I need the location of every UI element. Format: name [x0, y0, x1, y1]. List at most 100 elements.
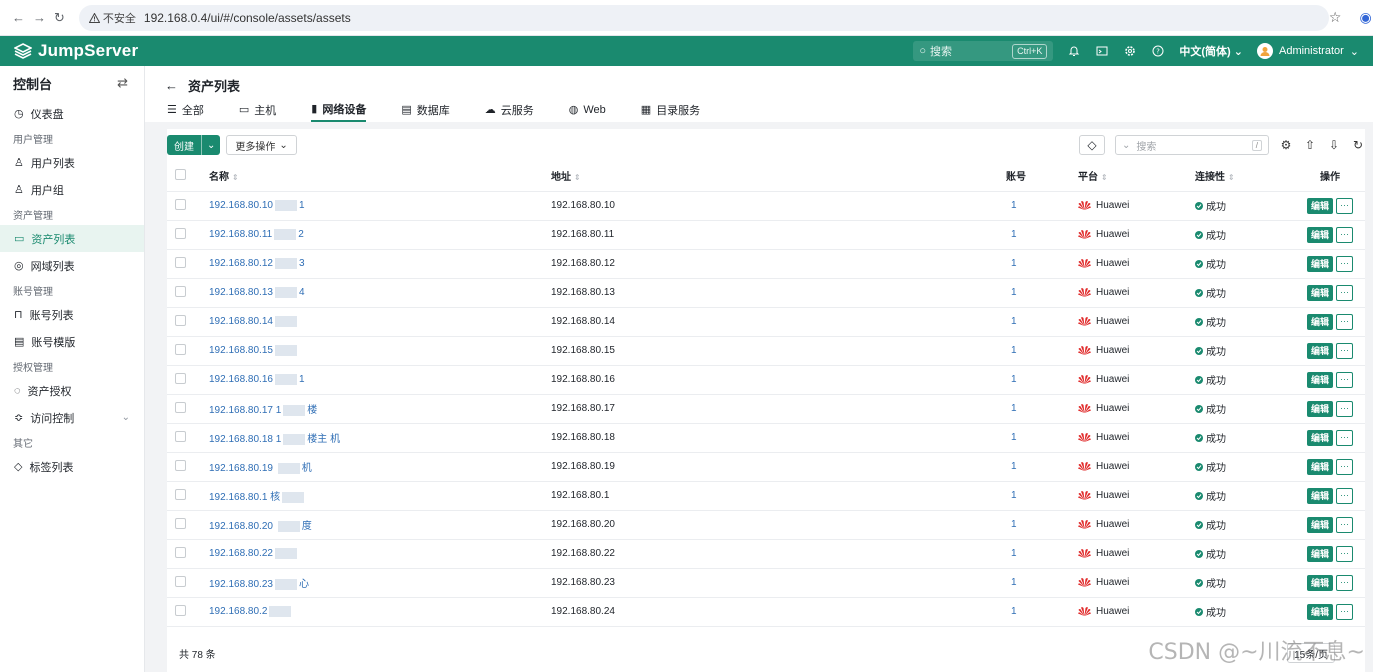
row-checkbox[interactable]	[175, 517, 186, 529]
edit-button[interactable]: 编辑	[1306, 284, 1333, 301]
asset-name-link[interactable]: 192.168.80.23 心	[209, 578, 309, 590]
sidebar-item-asset-list[interactable]: ▭ 资产列表	[0, 225, 144, 252]
security-indicator[interactable]: 不安全	[88, 10, 136, 26]
asset-name-link[interactable]: 192.168.80.12 3	[209, 257, 305, 269]
account-count-link[interactable]: 1	[1006, 287, 1017, 298]
account-count-link[interactable]: 1	[1006, 490, 1017, 501]
terminal-icon[interactable]	[1095, 44, 1109, 58]
help-icon[interactable]: ?	[1151, 44, 1165, 58]
edit-button[interactable]: 编辑	[1306, 429, 1333, 446]
edit-button[interactable]: 编辑	[1306, 487, 1333, 504]
asset-name-link[interactable]: 192.168.80.13 4	[209, 286, 305, 298]
edit-button[interactable]: 编辑	[1306, 255, 1333, 272]
tab-all[interactable]: ☰ 全部	[167, 101, 204, 122]
column-header-platform[interactable]: 平台 ⇕	[1078, 161, 1195, 192]
brand-logo[interactable]: JumpServer	[14, 41, 138, 61]
back-arrow-icon[interactable]: ←	[12, 8, 25, 28]
language-switcher[interactable]: 中文(简体) ⌄	[1179, 43, 1243, 59]
select-all-checkbox[interactable]	[175, 168, 186, 180]
column-header-address[interactable]: 地址 ⇕	[551, 161, 1006, 192]
more-options-button[interactable]: ···	[1336, 429, 1353, 446]
user-menu[interactable]: Administrator ⌄	[1256, 43, 1359, 59]
more-options-button[interactable]: ···	[1336, 487, 1353, 504]
tab-cloud[interactable]: ☁ 云服务	[485, 101, 534, 122]
switch-view-icon[interactable]: ⇄	[117, 75, 128, 91]
row-checkbox[interactable]	[175, 343, 186, 355]
asset-name-link[interactable]: 192.168.80.20 度	[209, 520, 312, 532]
edit-button[interactable]: 编辑	[1306, 342, 1333, 359]
tab-database[interactable]: ▤ 数据库	[401, 101, 449, 122]
more-options-button[interactable]: ···	[1336, 197, 1353, 214]
edit-button[interactable]: 编辑	[1306, 545, 1333, 562]
profile-icon[interactable]: ◉	[1359, 9, 1371, 26]
more-options-button[interactable]: ···	[1336, 284, 1353, 301]
account-count-link[interactable]: 1	[1006, 374, 1017, 385]
create-button[interactable]: 创建 ⌄	[167, 135, 221, 155]
account-count-link[interactable]: 1	[1006, 200, 1017, 211]
account-count-link[interactable]: 1	[1006, 316, 1017, 327]
account-count-link[interactable]: 1	[1006, 345, 1017, 356]
more-options-button[interactable]: ···	[1336, 458, 1353, 475]
tab-host[interactable]: ▭ 主机	[239, 101, 276, 122]
more-options-button[interactable]: ···	[1336, 545, 1353, 562]
more-options-button[interactable]: ···	[1336, 342, 1353, 359]
tab-network-device[interactable]: ▮ 网络设备	[311, 101, 367, 122]
edit-button[interactable]: 编辑	[1306, 226, 1333, 243]
row-checkbox[interactable]	[175, 372, 186, 384]
more-options-button[interactable]: ···	[1336, 400, 1353, 417]
row-checkbox[interactable]	[175, 314, 186, 326]
sidebar-item-asset-permission[interactable]: ◌ 资产授权	[0, 377, 144, 404]
bookmark-star-icon[interactable]: ☆	[1329, 9, 1342, 26]
bell-icon[interactable]	[1067, 44, 1081, 58]
row-checkbox[interactable]	[175, 285, 186, 297]
row-checkbox[interactable]	[175, 401, 186, 413]
edit-button[interactable]: 编辑	[1306, 603, 1333, 620]
sidebar-item-account-template[interactable]: ▤ 账号模版	[0, 328, 144, 355]
edit-button[interactable]: 编辑	[1306, 313, 1333, 330]
refresh-icon[interactable]: ↻	[1351, 138, 1365, 152]
asset-name-link[interactable]: 192.168.80.14	[209, 315, 299, 327]
row-checkbox[interactable]	[175, 459, 186, 471]
account-count-link[interactable]: 1	[1006, 258, 1017, 269]
row-checkbox[interactable]	[175, 256, 186, 268]
more-options-button[interactable]: ···	[1336, 226, 1353, 243]
account-count-link[interactable]: 1	[1006, 577, 1017, 588]
asset-name-link[interactable]: 192.168.80.17 1 楼	[209, 404, 317, 416]
tab-directory[interactable]: ▦ 目录服务	[641, 101, 700, 122]
asset-name-link[interactable]: 192.168.80.19 机	[209, 462, 312, 474]
asset-name-link[interactable]: 192.168.80.2	[209, 605, 293, 617]
more-options-button[interactable]: ···	[1336, 603, 1353, 620]
tag-filter-button[interactable]: ◇	[1079, 135, 1105, 155]
tab-web[interactable]: ◍ Web	[569, 101, 606, 122]
global-search[interactable]: ○ 搜索 Ctrl+K	[913, 41, 1054, 61]
table-search-input[interactable]: ⌄ 搜索 /	[1115, 135, 1269, 155]
edit-button[interactable]: 编辑	[1306, 516, 1333, 533]
account-count-link[interactable]: 1	[1006, 432, 1017, 443]
upload-icon[interactable]: ⇧	[1303, 138, 1317, 152]
row-checkbox[interactable]	[175, 546, 186, 558]
row-checkbox[interactable]	[175, 430, 186, 442]
edit-button[interactable]: 编辑	[1306, 574, 1333, 591]
asset-name-link[interactable]: 192.168.80.18 1 楼主 机	[209, 433, 340, 445]
sidebar-item-label-list[interactable]: ◇ 标签列表	[0, 453, 144, 480]
edit-button[interactable]: 编辑	[1306, 197, 1333, 214]
back-arrow-icon[interactable]: ←	[165, 78, 178, 93]
account-count-link[interactable]: 1	[1006, 519, 1017, 530]
more-options-button[interactable]: ···	[1336, 574, 1353, 591]
row-checkbox[interactable]	[175, 604, 186, 616]
asset-name-link[interactable]: 192.168.80.10 1	[209, 199, 305, 211]
asset-name-link[interactable]: 192.168.80.22	[209, 547, 299, 559]
edit-button[interactable]: 编辑	[1306, 400, 1333, 417]
column-header-connectivity[interactable]: 连接性 ⇕	[1195, 161, 1295, 192]
row-checkbox[interactable]	[175, 227, 186, 239]
account-count-link[interactable]: 1	[1006, 403, 1017, 414]
more-options-button[interactable]: ···	[1336, 516, 1353, 533]
account-count-link[interactable]: 1	[1006, 461, 1017, 472]
sidebar-item-domain-list[interactable]: ◎ 网域列表	[0, 252, 144, 279]
sidebar-item-user-list[interactable]: ♙ 用户列表	[0, 149, 144, 176]
sidebar-item-account-list[interactable]: ⊓ 账号列表	[0, 301, 144, 328]
more-options-button[interactable]: ···	[1336, 313, 1353, 330]
more-actions-button[interactable]: 更多操作 ⌄	[226, 135, 297, 155]
edit-button[interactable]: 编辑	[1306, 371, 1333, 388]
asset-name-link[interactable]: 192.168.80.11 2	[209, 228, 304, 240]
